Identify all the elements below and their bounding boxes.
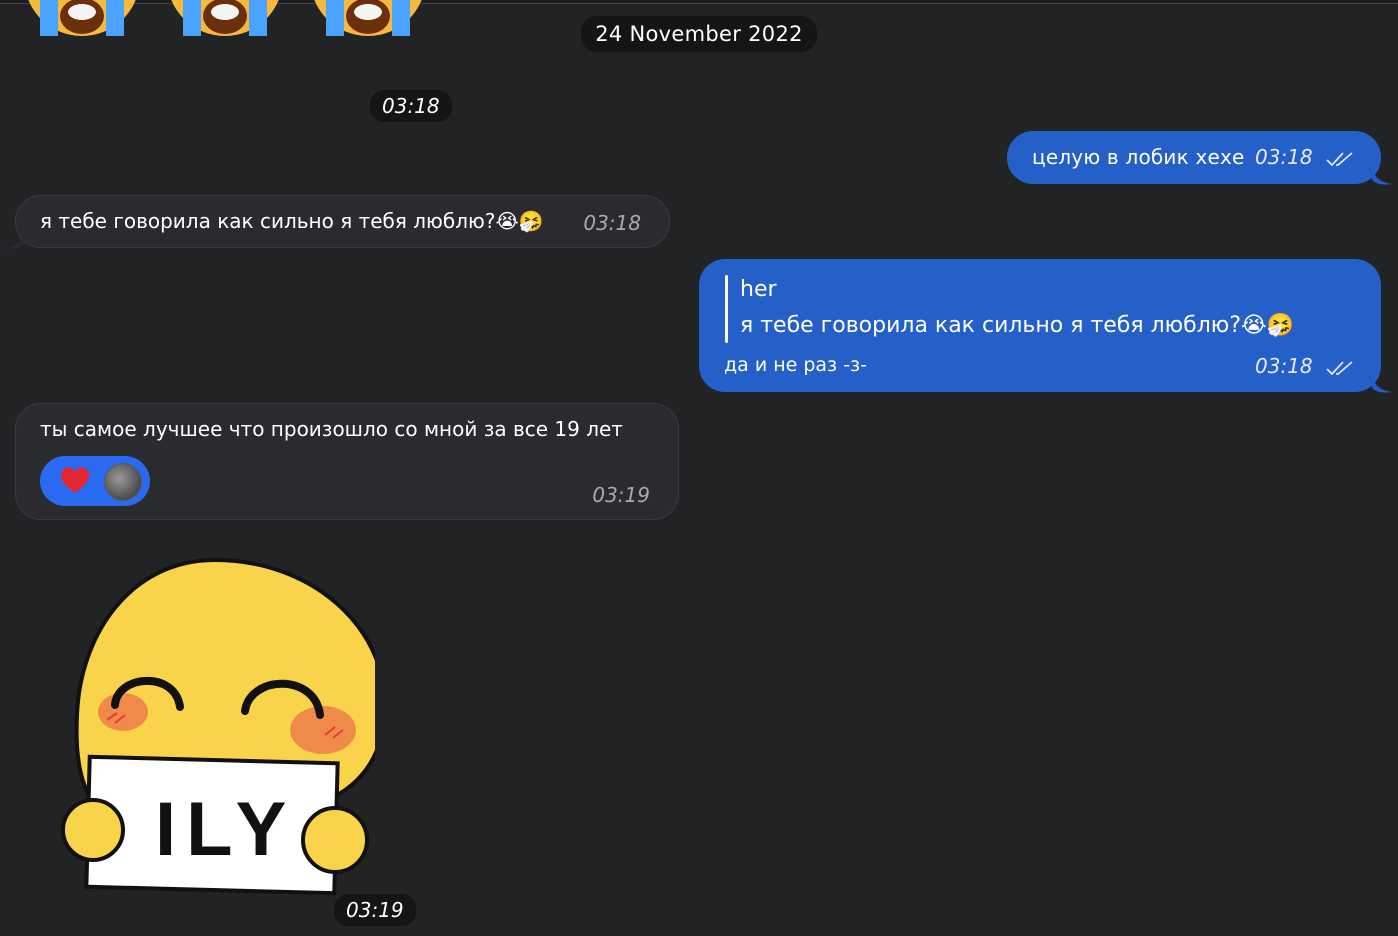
message-text: ты самое лучшее что произошло со мной за… bbox=[40, 417, 623, 441]
double-check-icon bbox=[1326, 151, 1353, 166]
heart-icon bbox=[61, 467, 89, 493]
sticker-time: 03:19 bbox=[334, 894, 416, 926]
message-time: 03:18 bbox=[1255, 354, 1313, 378]
emoji-group-time: 03:18 bbox=[370, 90, 452, 122]
reply-text[interactable]: я тебе говорила как сильно я тебя люблю?… bbox=[740, 313, 1294, 339]
message-time: 03:18 bbox=[1255, 145, 1313, 169]
reply-author[interactable]: her bbox=[740, 277, 777, 303]
reply-quote-bar bbox=[725, 275, 728, 343]
reaction-chip[interactable] bbox=[40, 456, 150, 506]
message-text: целую в лобик хехе bbox=[1032, 145, 1245, 169]
reactor-avatar[interactable] bbox=[104, 463, 142, 501]
chat-view: 24 November 2022 03:18 целую в лобик хех… bbox=[0, 0, 1398, 936]
crying-emoji-icon[interactable] bbox=[167, 0, 283, 40]
incoming-message[interactable]: ты самое лучшее что произошло со мной за… bbox=[15, 403, 679, 520]
ily-sticker[interactable]: ILY bbox=[55, 555, 375, 900]
date-separator: 24 November 2022 bbox=[581, 16, 817, 52]
incoming-message[interactable]: я тебе говорила как сильно я тебя люблю?… bbox=[15, 195, 670, 248]
message-time: 03:18 bbox=[583, 211, 641, 235]
message-text: да и не раз -з- bbox=[724, 354, 868, 376]
crying-emoji-icon[interactable] bbox=[310, 0, 426, 40]
sticker-caption: ILY bbox=[155, 787, 296, 872]
bubble-tail bbox=[1372, 166, 1392, 185]
bubble-tail bbox=[5, 230, 25, 249]
outgoing-message[interactable]: целую в лобик хехе 03:18 bbox=[1007, 131, 1381, 184]
message-time: 03:19 bbox=[592, 483, 650, 507]
outgoing-reply-message[interactable]: her я тебе говорила как сильно я тебя лю… bbox=[699, 259, 1381, 392]
bubble-tail bbox=[1372, 374, 1392, 393]
double-check-icon bbox=[1326, 360, 1353, 375]
message-text: я тебе говорила как сильно я тебя люблю?… bbox=[40, 209, 544, 233]
crying-emoji-icon[interactable] bbox=[24, 0, 140, 40]
